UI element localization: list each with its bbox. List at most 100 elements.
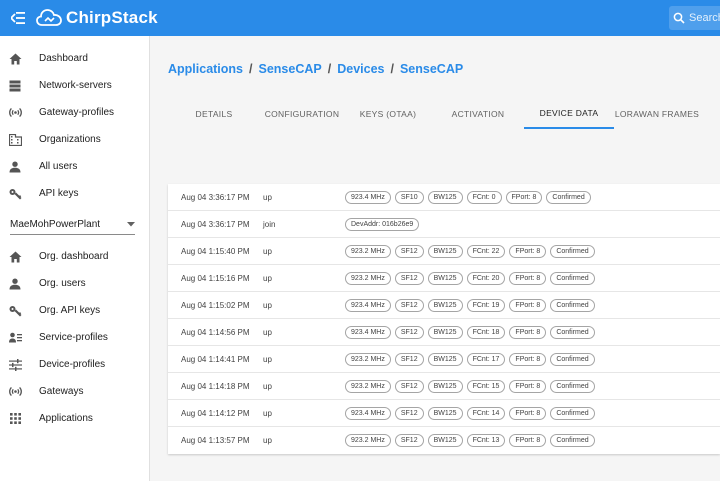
tab-keys-otaa[interactable]: KEYS (OTAA) <box>344 98 432 129</box>
chirpstack-logo[interactable]: ChirpStack <box>36 8 158 28</box>
table-row[interactable]: Aug 04 1:13:57 PM up 923.2 MHz SF12 BW12… <box>168 427 720 454</box>
tag-frequency: 923.4 MHz <box>345 190 391 204</box>
sidebar-item-org-api-keys[interactable]: Org. API keys <box>0 297 149 324</box>
tag-frequency: 923.2 MHz <box>345 434 391 447</box>
sidebar-item-device-profiles[interactable]: Device-profiles <box>0 351 149 378</box>
breadcrumb-applications[interactable]: Applications <box>168 62 243 76</box>
device-data-table: Aug 04 3:36:17 PM up 923.4 MHz SF10 BW12… <box>168 184 720 454</box>
tab-device-data[interactable]: DEVICE DATA <box>524 98 614 129</box>
search-icon <box>673 12 685 24</box>
tag-bandwidth: BW125 <box>427 325 463 339</box>
sidebar-item-service-profiles[interactable]: Service-profiles <box>0 324 149 351</box>
tag-bandwidth: BW125 <box>427 244 463 258</box>
frame-time: Aug 04 1:14:56 PM <box>181 327 250 337</box>
frame-tags: 923.2 MHz SF12 BW125 FCnt: 22 FPort: 8 C… <box>345 244 595 258</box>
frame-type: up <box>263 354 272 364</box>
frame-tags: 923.2 MHz SF12 BW125 FCnt: 17 FPort: 8 C… <box>345 352 595 366</box>
frame-tags: 923.2 MHz SF12 BW125 FCnt: 15 FPort: 8 C… <box>345 379 595 393</box>
cloud-logo-icon <box>36 9 62 26</box>
search-box[interactable]: Search <box>669 6 720 30</box>
table-row[interactable]: Aug 04 1:14:56 PM up 923.4 MHz SF12 BW12… <box>168 319 720 346</box>
breadcrumb-application[interactable]: SenseCAP <box>259 62 322 76</box>
sidebar-item-api-keys[interactable]: API keys <box>0 180 149 207</box>
tag-confirmed: Confirmed <box>550 244 595 258</box>
search-input[interactable]: Search <box>689 12 720 24</box>
service-profile-icon <box>8 331 22 345</box>
tag-frequency: 923.4 MHz <box>345 298 391 312</box>
frame-tags: 923.4 MHz SF12 BW125 FCnt: 19 FPort: 8 C… <box>345 298 595 312</box>
key-icon <box>8 304 22 318</box>
tab-configuration[interactable]: CONFIGURATION <box>260 98 344 129</box>
frame-type: join <box>263 219 276 229</box>
user-icon <box>8 160 22 174</box>
dropdown-caret-icon <box>127 222 135 227</box>
tag-bandwidth: BW125 <box>427 352 463 366</box>
frame-tags: DevAddr: 016b26e9 <box>345 217 420 231</box>
tag-spreading-factor: SF12 <box>394 271 424 285</box>
tag-fcnt: FCnt: 17 <box>466 352 506 366</box>
sidebar-item-gateway-profiles[interactable]: Gateway-profiles <box>0 99 149 126</box>
frame-tags: 923.4 MHz SF12 BW125 FCnt: 14 FPort: 8 C… <box>345 406 595 420</box>
sidebar-item-dashboard[interactable]: Dashboard <box>0 45 149 72</box>
tag-fport: FPort: 8 <box>509 352 547 366</box>
radio-tower-icon <box>8 385 22 399</box>
tag-fcnt: FCnt: 22 <box>466 244 506 258</box>
grid-icon <box>8 412 22 426</box>
tag-fcnt: FCnt: 15 <box>466 379 506 393</box>
tag-confirmed: Confirmed <box>550 271 595 285</box>
tag-fport: FPort: 8 <box>509 325 547 339</box>
sidebar-item-org-users[interactable]: Org. users <box>0 270 149 297</box>
breadcrumb-separator: / <box>390 62 394 76</box>
table-row[interactable]: Aug 04 1:14:18 PM up 923.2 MHz SF12 BW12… <box>168 373 720 400</box>
tag-confirmed: Confirmed <box>550 434 595 447</box>
table-row[interactable]: Aug 04 1:15:40 PM up 923.2 MHz SF12 BW12… <box>168 238 720 265</box>
tab-activation[interactable]: ACTIVATION <box>432 98 524 129</box>
tag-spreading-factor: SF10 <box>394 190 424 204</box>
sidebar-item-network-servers[interactable]: Network-servers <box>0 72 149 99</box>
frame-type: up <box>263 327 272 337</box>
breadcrumb-devices[interactable]: Devices <box>337 62 384 76</box>
breadcrumb-device[interactable]: SenseCAP <box>400 62 463 76</box>
tag-fcnt: FCnt: 19 <box>466 298 506 312</box>
sidebar-item-organizations[interactable]: Organizations <box>0 126 149 153</box>
frame-time: Aug 04 1:13:57 PM <box>181 436 250 445</box>
sidebar-item-org-dashboard[interactable]: Org. dashboard <box>0 243 149 270</box>
main-content: Applications / SenseCAP / Devices / Sens… <box>151 36 720 481</box>
tab-details[interactable]: DETAILS <box>168 98 260 129</box>
frame-time: Aug 04 3:36:17 PM <box>181 192 250 202</box>
frame-time: Aug 04 3:36:17 PM <box>181 219 250 229</box>
tag-spreading-factor: SF12 <box>394 406 424 420</box>
sidebar-item-gateways[interactable]: Gateways <box>0 378 149 405</box>
tag-confirmed: Confirmed <box>550 298 595 312</box>
home-icon <box>8 250 22 264</box>
table-row[interactable]: Aug 04 1:14:41 PM up 923.2 MHz SF12 BW12… <box>168 346 720 373</box>
collapse-menu-icon[interactable] <box>0 0 36 36</box>
tag-spreading-factor: SF12 <box>394 244 424 258</box>
tag-spreading-factor: SF12 <box>394 379 424 393</box>
table-row[interactable]: Aug 04 1:15:02 PM up 923.4 MHz SF12 BW12… <box>168 292 720 319</box>
tag-spreading-factor: SF12 <box>394 434 424 447</box>
tag-confirmed: Confirmed <box>546 190 591 204</box>
tag-fport: FPort: 8 <box>509 406 547 420</box>
sidebar-item-all-users[interactable]: All users <box>0 153 149 180</box>
server-icon <box>8 79 22 93</box>
organization-select[interactable]: MaeMohPowerPlant <box>10 215 135 235</box>
frame-time: Aug 04 1:15:02 PM <box>181 300 250 310</box>
organization-select-value: MaeMohPowerPlant <box>10 219 101 230</box>
tag-confirmed: Confirmed <box>550 325 595 339</box>
frame-time: Aug 04 1:14:12 PM <box>181 408 250 418</box>
tab-lorawan-frames[interactable]: LORAWAN FRAMES <box>614 98 700 129</box>
tag-frequency: 923.2 MHz <box>345 379 391 393</box>
tag-confirmed: Confirmed <box>550 352 595 366</box>
table-row[interactable]: Aug 04 3:36:17 PM join DevAddr: 016b26e9 <box>168 211 720 238</box>
table-row[interactable]: Aug 04 3:36:17 PM up 923.4 MHz SF10 BW12… <box>168 184 720 211</box>
tag-bandwidth: BW125 <box>427 271 463 285</box>
tag-frequency: 923.4 MHz <box>345 325 391 339</box>
tag-fport: FPort: 8 <box>509 271 547 285</box>
sidebar-item-applications[interactable]: Applications <box>0 405 149 432</box>
table-row[interactable]: Aug 04 1:15:16 PM up 923.2 MHz SF12 BW12… <box>168 265 720 292</box>
app-name: ChirpStack <box>66 8 158 27</box>
table-row[interactable]: Aug 04 1:14:12 PM up 923.4 MHz SF12 BW12… <box>168 400 720 427</box>
tag-fcnt: FCnt: 13 <box>466 434 506 447</box>
tag-bandwidth: BW125 <box>427 190 463 204</box>
